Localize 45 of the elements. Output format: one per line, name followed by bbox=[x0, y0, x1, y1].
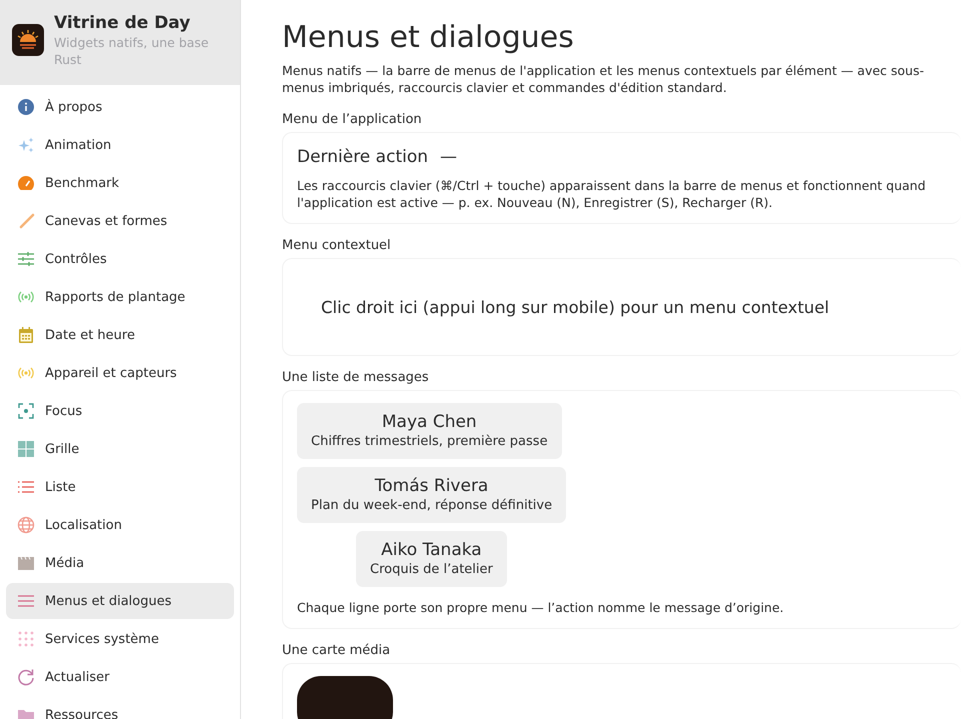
sunset-logo-icon bbox=[12, 24, 44, 56]
clapperboard-icon bbox=[17, 554, 35, 572]
message-item[interactable]: Aiko Tanaka Croquis de l’atelier bbox=[356, 531, 507, 587]
calendar-icon bbox=[17, 326, 35, 344]
app-title: Vitrine de Day bbox=[54, 12, 192, 34]
refresh-icon bbox=[17, 668, 35, 686]
brush-icon bbox=[17, 212, 35, 230]
sliders-icon bbox=[17, 250, 35, 268]
gauge-icon bbox=[17, 174, 35, 192]
sidebar-item[interactable]: Localisation bbox=[6, 507, 234, 543]
last-action-label: Dernière action bbox=[297, 147, 428, 167]
sidebar-item[interactable]: Appareil et capteurs bbox=[6, 355, 234, 391]
section-label: Une carte média bbox=[282, 643, 392, 658]
grid-icon bbox=[17, 440, 35, 458]
dots-grid-icon bbox=[17, 630, 35, 648]
sidebar-item[interactable]: Grille bbox=[6, 431, 234, 467]
page-title: Menus et dialogues bbox=[282, 20, 575, 56]
sidebar-item[interactable]: Benchmark bbox=[6, 165, 234, 201]
sidebar-item[interactable]: Média bbox=[6, 545, 234, 581]
sidebar-item[interactable]: Menus et dialogues bbox=[6, 583, 234, 619]
app-subtitle: Widgets natifs, une base Rust bbox=[54, 34, 210, 68]
sidebar-item[interactable]: Contrôles bbox=[6, 241, 234, 277]
section-label: Menu contextuel bbox=[282, 238, 392, 253]
sidebar-item[interactable]: À propos bbox=[6, 89, 234, 125]
sidebar-item[interactable]: Services système bbox=[6, 621, 234, 657]
section-label: Menu de l’application bbox=[282, 112, 423, 127]
sidebar-item[interactable]: Canevas et formes bbox=[6, 203, 234, 239]
focus-icon bbox=[17, 402, 35, 420]
globe-icon bbox=[17, 516, 35, 534]
message-list-note: Chaque ligne porte son propre menu — l’action nomme le message d’origine. bbox=[297, 599, 785, 616]
sparkle-icon bbox=[17, 136, 35, 154]
sidebar-item[interactable]: Rapports de plantage bbox=[6, 279, 234, 315]
sidebar-item[interactable]: Animation bbox=[6, 127, 234, 163]
info-icon bbox=[17, 98, 35, 116]
message-item[interactable]: Tomás Rivera Plan du week-end, réponse définitive bbox=[297, 467, 566, 523]
sidebar-item[interactable]: Actualiser bbox=[6, 659, 234, 695]
shortcut-note: Les raccourcis clavier (⌘/Ctrl + touche) apparaissent dans la barre de menus et fonctionnent quand l'application est active — p. ex. Nouveau (N), Enregistrer (S), Recharger (R). bbox=[297, 177, 927, 211]
sidebar-item[interactable]: Focus bbox=[6, 393, 234, 429]
sidebar-item[interactable]: Ressources bbox=[6, 697, 234, 719]
sidebar-item[interactable]: Liste bbox=[6, 469, 234, 505]
sidebar-item[interactable]: Date et heure bbox=[6, 317, 234, 353]
last-action-value: — bbox=[440, 147, 458, 167]
message-item[interactable]: Maya Chen Chiffres trimestriels, première passe bbox=[297, 403, 562, 459]
page-description: Menus natifs — la barre de menus de l'application et les menus contextuels par élément — avec sous-menus imbriqués, raccourcis clavier et commandes d'édition standard. bbox=[282, 62, 925, 96]
section-label: Une liste de messages bbox=[282, 370, 430, 385]
